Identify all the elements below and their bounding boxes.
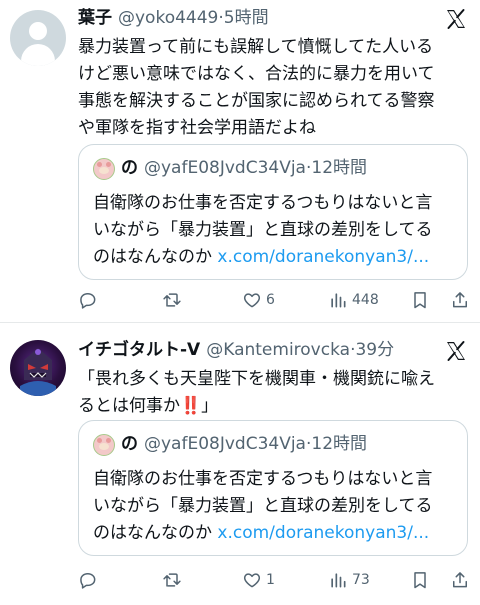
share-button[interactable] (450, 568, 470, 592)
action-bar: 6 448 (78, 288, 470, 312)
text-line: や軍隊を指す社会学用語だよね (78, 118, 316, 138)
text-line: 自衛隊のお仕事を否定するつもりはないと言 (93, 469, 433, 489)
retweet-button[interactable] (162, 288, 186, 312)
share-icon (453, 572, 467, 588)
author-handle[interactable]: @Kantemirovcka (206, 340, 350, 360)
quote-header: の @yafE08JvdC34Vja·12時間 (121, 158, 368, 178)
text-line: 事態を解決することが国家に認められてる警察 (78, 91, 435, 111)
like-count: 6 (266, 292, 275, 308)
reply-icon (80, 573, 96, 589)
bookmark-icon (414, 292, 426, 309)
tweet-header: イチゴタルト-V @Kantemirovcka·39分 (78, 340, 395, 360)
views-icon (331, 573, 346, 588)
author-name[interactable]: イチゴタルト-V (78, 340, 200, 360)
text-line: 「畏れ多くも天皇陛下を機関車・機関銃に喩え (78, 369, 435, 389)
text-line: のはなんなのか (93, 523, 212, 543)
like-count: 1 (266, 572, 275, 588)
quote-header: の @yafE08JvdC34Vja·12時間 (121, 434, 368, 454)
quote-author-handle: @yafE08JvdC34Vja (144, 434, 306, 454)
quote-avatar (93, 434, 115, 456)
quote-time: 12時間 (311, 434, 368, 454)
like-button[interactable]: 1 (242, 568, 275, 592)
text-line: のはなんなのか (93, 247, 212, 267)
like-icon (243, 293, 261, 308)
quote-author-name: の (121, 158, 138, 178)
reply-icon (80, 293, 96, 309)
quote-tweet[interactable]: の @yafE08JvdC34Vja·12時間 自衛隊のお仕事を否定するつもりはな… (78, 420, 468, 556)
reply-button[interactable] (78, 568, 102, 592)
views-button[interactable]: 448 (328, 288, 379, 312)
tweet[interactable]: イチゴタルト-V @Kantemirovcka·39分 「畏れ多くも天皇陛下を機関… (0, 323, 480, 605)
share-button[interactable] (450, 288, 470, 312)
views-count: 73 (352, 572, 370, 588)
retweet-button[interactable] (162, 568, 186, 592)
quote-text: 自衛隊のお仕事を否定するつもりはないと言 いながら「暴力装置」と直球の差別をして… (93, 190, 455, 271)
tweet-time[interactable]: 39分 (355, 340, 394, 360)
tweet-text: 暴力装置って前にも誤解して憤慨してた人いる けど悪い意味ではなく、合法的に暴力を… (78, 34, 470, 142)
x-logo-icon[interactable] (444, 339, 468, 363)
bookmark-button[interactable] (410, 288, 430, 312)
text-line: いながら「暴力装置」と直球の差別をしてる (93, 220, 433, 240)
x-logo-icon[interactable] (444, 7, 468, 31)
action-bar: 1 73 (78, 568, 470, 592)
robot-avatar-art (20, 348, 56, 396)
text-line: るとは何事か‼️」 (78, 396, 219, 416)
views-button[interactable]: 73 (328, 568, 370, 592)
quote-link[interactable]: x.com/doranekonyan3/... (217, 523, 429, 543)
text-line: けど悪い意味ではなく、合法的に暴力を用いて (78, 64, 435, 84)
bookmark-icon (414, 572, 426, 589)
avatar[interactable] (10, 10, 66, 66)
author-name[interactable]: 葉子 (78, 8, 112, 28)
tweet-text: 「畏れ多くも天皇陛下を機関車・機関銃に喩え るとは何事か‼️」 (78, 366, 470, 420)
tweet-time[interactable]: 5時間 (224, 8, 269, 28)
like-icon (243, 573, 261, 588)
quote-avatar (93, 158, 115, 180)
views-count: 448 (352, 292, 379, 308)
reply-button[interactable] (78, 288, 102, 312)
author-handle[interactable]: @yoko4449 (118, 8, 218, 28)
tweet[interactable]: 葉子 @yoko4449·5時間 暴力装置って前にも誤解して憤慨してた人いる けど… (0, 0, 480, 322)
avatar[interactable] (10, 340, 66, 396)
share-icon (453, 292, 467, 308)
quote-tweet[interactable]: の @yafE08JvdC34Vja·12時間 自衛隊のお仕事を否定するつもりはな… (78, 144, 468, 280)
quote-link[interactable]: x.com/doranekonyan3/... (217, 247, 429, 267)
like-button[interactable]: 6 (242, 288, 275, 312)
tweet-header: 葉子 @yoko4449·5時間 (78, 8, 269, 28)
quote-author-handle: @yafE08JvdC34Vja (144, 158, 306, 178)
quote-text: 自衛隊のお仕事を否定するつもりはないと言 いながら「暴力装置」と直球の差別をして… (93, 466, 455, 547)
text-line: 自衛隊のお仕事を否定するつもりはないと言 (93, 193, 433, 213)
bookmark-button[interactable] (410, 568, 430, 592)
retweet-icon (163, 573, 181, 587)
quote-author-name: の (121, 434, 138, 454)
text-line: 暴力装置って前にも誤解して憤慨してた人いる (78, 37, 434, 57)
views-icon (331, 293, 346, 308)
retweet-icon (163, 293, 181, 307)
quote-time: 12時間 (311, 158, 368, 178)
text-line: いながら「暴力装置」と直球の差別をしてる (93, 496, 433, 516)
